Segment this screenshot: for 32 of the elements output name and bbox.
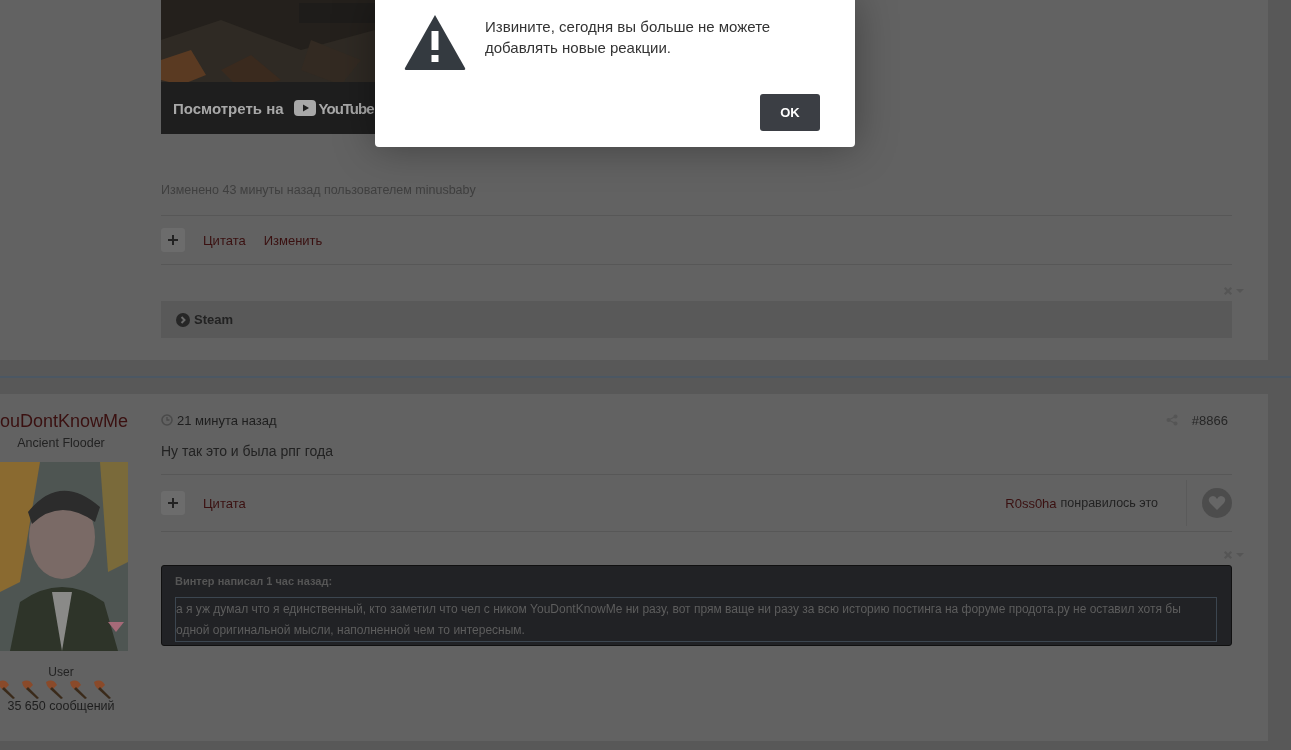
like-button[interactable] xyxy=(1186,480,1232,526)
youtube-logo[interactable]: YouTube xyxy=(293,99,374,117)
quote-text: а я уж думал что я единственный, кто заметил что чел с ником YouDontKnowMe ни разу, вот прям ваще ни разу за всю историю постинга на форуме продота.ру не оставил хотя бы одной оригинальной мысли, наполненной чем то интересным. xyxy=(175,597,1217,642)
like-text: понравилось это xyxy=(1060,496,1158,510)
axe-icon xyxy=(43,679,65,699)
play-icon xyxy=(293,100,316,116)
chevron-right-icon xyxy=(176,312,190,327)
liker-link[interactable]: R0ss0ha xyxy=(1005,495,1057,511)
warning-icon xyxy=(404,14,466,71)
watch-label[interactable]: Посмотреть на xyxy=(173,99,284,117)
action-link[interactable]: Цитата xyxy=(203,232,246,248)
post-number[interactable]: #8866 xyxy=(1191,412,1228,428)
add-button[interactable] xyxy=(161,228,185,252)
action-link[interactable]: Изменить xyxy=(263,232,323,248)
member-group: User xyxy=(48,665,74,679)
spoiler-bar[interactable]: Steam xyxy=(161,301,1232,338)
member-title: Ancient Flooder xyxy=(17,436,105,450)
axe-icon xyxy=(19,679,41,699)
axe-icon xyxy=(91,679,113,699)
action-link[interactable]: Цитата xyxy=(203,495,246,511)
dialog-message: Извините, сегодня вы больше не можете добавлять новые реакции. xyxy=(485,17,772,58)
add-button[interactable] xyxy=(161,491,185,515)
post-time[interactable]: 21 минута назад xyxy=(177,412,277,428)
plus-icon xyxy=(168,498,178,508)
plus-icon xyxy=(168,235,178,245)
axe-icon xyxy=(0,679,17,699)
post-text: Ну так это и была рпг года xyxy=(161,443,335,459)
author-name[interactable]: ouDontKnowMe xyxy=(0,411,129,432)
axe-icon xyxy=(67,679,89,699)
clock-icon xyxy=(161,414,173,426)
post-count: 35 650 сообщений xyxy=(7,699,115,713)
ok-button[interactable]: OK xyxy=(760,93,820,131)
